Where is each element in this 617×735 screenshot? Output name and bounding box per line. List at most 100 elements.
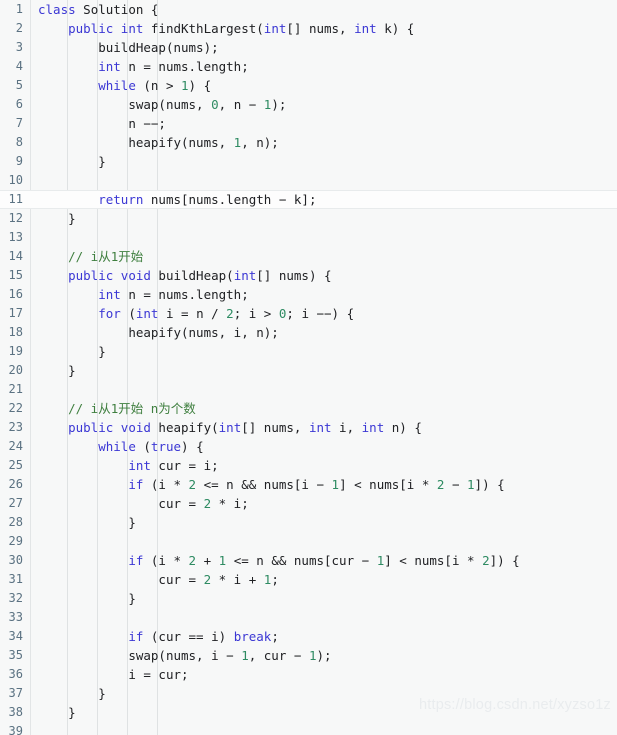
code-line[interactable]: 8 heapify(nums, 1, n); [0,133,617,152]
code-line[interactable]: 19 } [0,342,617,361]
token-txt: } [68,705,76,720]
line-content[interactable]: int cur = i; [38,456,617,475]
line-content[interactable]: heapify(nums, i, n); [38,323,617,342]
line-content[interactable]: i = cur; [38,665,617,684]
code-line[interactable]: 26 if (i * 2 <= n && nums[i − 1] < nums[… [0,475,617,494]
code-line[interactable]: 3 buildHeap(nums); [0,38,617,57]
line-content[interactable]: buildHeap(nums); [38,38,617,57]
token-com: // i从1开始 n为个数 [68,401,196,416]
code-line[interactable]: 18 heapify(nums, i, n); [0,323,617,342]
code-line[interactable]: 12 } [0,209,617,228]
line-content[interactable]: n −−; [38,114,617,133]
code-line[interactable]: 7 n −−; [0,114,617,133]
line-content[interactable]: if (cur == i) break; [38,627,617,646]
code-line[interactable]: 38 } [0,703,617,722]
line-number: 3 [15,40,23,54]
code-line[interactable]: 9 } [0,152,617,171]
line-content[interactable]: swap(nums, i − 1, cur − 1); [38,646,617,665]
line-content[interactable]: } [38,684,617,703]
line-number: 19 [8,344,23,358]
line-content[interactable]: cur = 2 * i; [38,494,617,513]
line-content[interactable]: } [38,589,617,608]
code-line[interactable]: 24 while (true) { [0,437,617,456]
code-line[interactable]: 4 int n = nums.length; [0,57,617,76]
token-txt: <= n && nums[cur − [226,553,377,568]
line-content[interactable]: } [38,703,617,722]
line-content[interactable]: if (i * 2 + 1 <= n && nums[cur − 1] < nu… [38,551,617,570]
line-number: 5 [15,78,23,92]
code-line[interactable]: 23 public void heapify(int[] nums, int i… [0,418,617,437]
line-content[interactable]: swap(nums, 0, n − 1); [38,95,617,114]
token-txt: [] nums) { [256,268,332,283]
line-content[interactable]: class Solution { [38,0,617,19]
line-content[interactable]: } [38,513,617,532]
token-kw: int [263,21,287,36]
line-content[interactable]: public void buildHeap(int[] nums) { [38,266,617,285]
line-content[interactable]: public int findKthLargest(int[] nums, in… [38,19,617,38]
line-content[interactable]: public void heapify(int[] nums, int i, i… [38,418,617,437]
line-content[interactable]: return nums[nums.length − k]; [38,190,617,209]
line-content[interactable]: } [38,152,617,171]
code-surface[interactable]: 1 class Solution {2 public int findKthLar… [0,0,617,735]
code-line[interactable]: 25 int cur = i; [0,456,617,475]
code-line[interactable]: 15 public void buildHeap(int[] nums) { [0,266,617,285]
code-line[interactable]: 39 [0,722,617,735]
line-content[interactable]: } [38,342,617,361]
line-content[interactable]: } [38,209,617,228]
line-content[interactable]: heapify(nums, 1, n); [38,133,617,152]
token-txt: [] nums, [241,420,309,435]
code-line[interactable]: 22 // i从1开始 n为个数 [0,399,617,418]
token-txt: , n); [241,135,279,150]
code-line[interactable]: 30 if (i * 2 + 1 <= n && nums[cur − 1] <… [0,551,617,570]
code-line[interactable]: 37 } [0,684,617,703]
line-content[interactable]: cur = 2 * i + 1; [38,570,617,589]
line-content[interactable]: for (int i = n / 2; i > 0; i −−) { [38,304,617,323]
code-line[interactable]: 31 cur = 2 * i + 1; [0,570,617,589]
code-line[interactable]: 28 } [0,513,617,532]
code-line[interactable]: 17 for (int i = n / 2; i > 0; i −−) { [0,304,617,323]
line-number: 34 [8,629,23,643]
line-content[interactable]: } [38,361,617,380]
code-line[interactable]: 29 [0,532,617,551]
code-line[interactable]: 13 [0,228,617,247]
code-line[interactable]: 6 swap(nums, 0, n − 1); [0,95,617,114]
line-content[interactable]: int n = nums.length; [38,285,617,304]
token-txt: ; i −−) { [286,306,355,321]
code-line[interactable]: 34 if (cur == i) break; [0,627,617,646]
code-line[interactable]: 11 return nums[nums.length − k]; [0,190,617,209]
code-line[interactable]: 33 [0,608,617,627]
code-line[interactable]: 10 [0,171,617,190]
code-lines[interactable]: 1 class Solution {2 public int findKthLar… [0,0,617,735]
code-line[interactable]: 35 swap(nums, i − 1, cur − 1); [0,646,617,665]
line-content[interactable]: // i从1开始 [38,247,617,266]
line-content[interactable]: while (n > 1) { [38,76,617,95]
code-line[interactable]: 36 i = cur; [0,665,617,684]
line-content[interactable]: int n = nums.length; [38,57,617,76]
line-content[interactable]: // i从1开始 n为个数 [38,399,617,418]
code-editor[interactable]: 1 class Solution {2 public int findKthLar… [0,0,617,735]
code-line[interactable]: 5 while (n > 1) { [0,76,617,95]
code-line[interactable]: 14 // i从1开始 [0,247,617,266]
code-line[interactable]: 21 [0,380,617,399]
line-number: 7 [15,116,23,130]
code-line[interactable]: 1 class Solution { [0,0,617,19]
token-kw: int [128,458,151,473]
line-content[interactable]: if (i * 2 <= n && nums[i − 1] < nums[i *… [38,475,617,494]
code-line[interactable]: 16 int n = nums.length; [0,285,617,304]
token-num: 2 [188,553,197,568]
code-line[interactable]: 32 } [0,589,617,608]
code-line[interactable]: 2 public int findKthLargest(int[] nums, … [0,19,617,38]
line-content[interactable]: while (true) { [38,437,617,456]
code-line[interactable]: 27 cur = 2 * i; [0,494,617,513]
token-txt: ( [120,306,136,321]
code-line[interactable]: 20 } [0,361,617,380]
